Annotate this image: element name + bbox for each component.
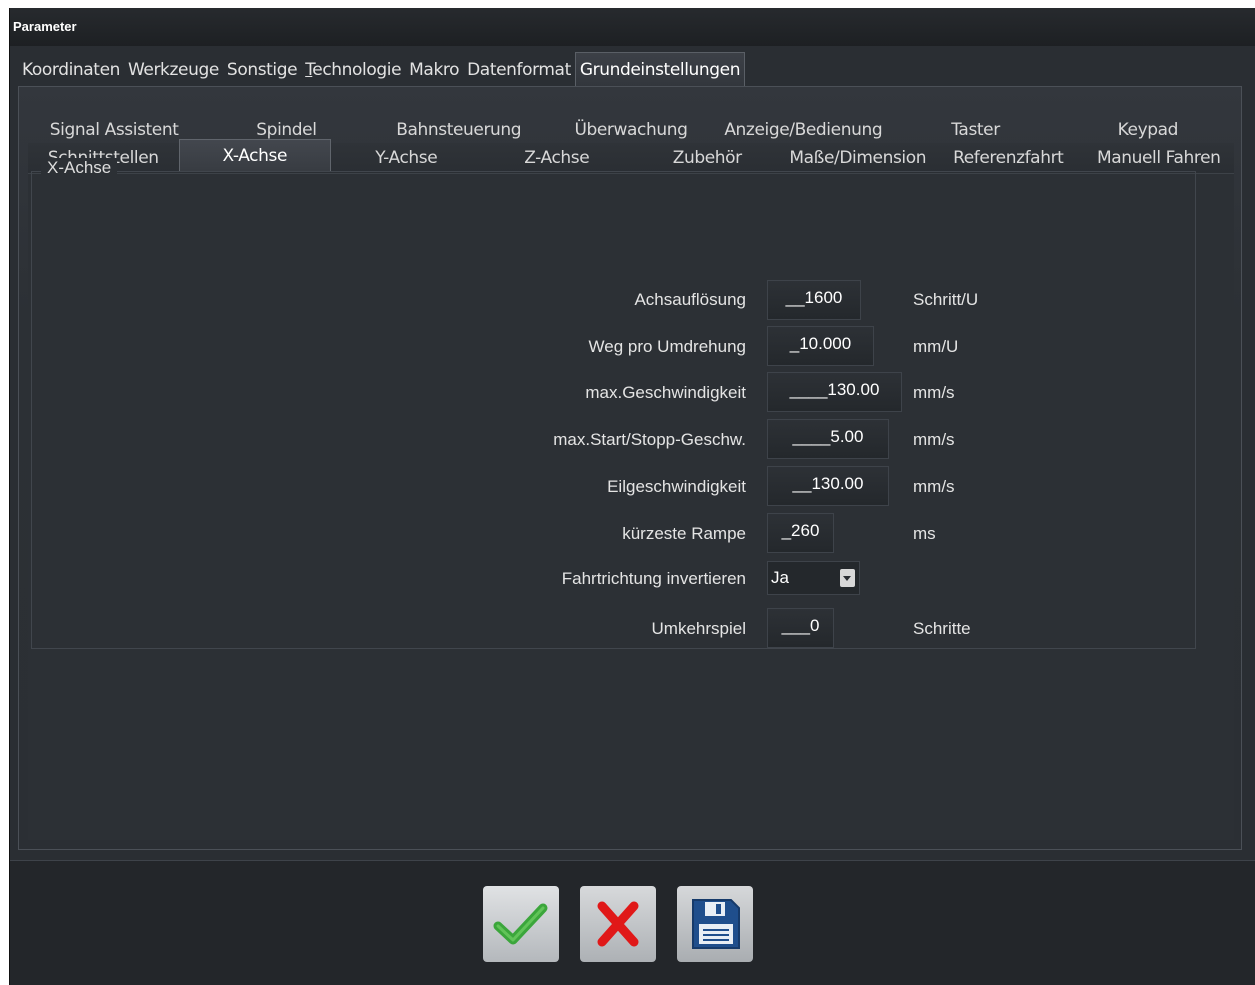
label-umkehrspiel: Umkehrspiel (651, 619, 746, 638)
input-weg-pro-umdrehung[interactable]: _10.000 (767, 326, 874, 366)
input-max-geschwindigkeit[interactable]: ____130.00 (767, 372, 902, 412)
ok-button[interactable] (483, 886, 559, 962)
subtab-z-achse[interactable]: Z-Achse (482, 143, 633, 173)
input-achsaufloesung[interactable]: __1600 (767, 280, 861, 320)
top-tab-bar: Koordinaten Werkzeuge Sonstige Technolog… (18, 52, 746, 87)
floppy-disk-icon (692, 899, 740, 949)
subtab-masse-dimension[interactable]: Maße/Dimension (783, 143, 934, 173)
unit-umkehrspiel: Schritte (913, 619, 971, 638)
cancel-button[interactable] (580, 886, 656, 962)
input-eilgeschwindigkeit[interactable]: __130.00 (767, 466, 889, 506)
select-fahrtrichtung[interactable]: Ja (767, 561, 860, 595)
label-fahrtrichtung: Fahrtrichtung invertieren (561, 569, 746, 588)
subtab-referenzfahrt[interactable]: Referenzfahrt (933, 143, 1084, 173)
tab-datenformat[interactable]: Datenformat (463, 54, 575, 87)
subtab-y-achse[interactable]: Y-Achse (331, 143, 482, 173)
unit-achsaufloesung: Schritt/U (913, 290, 979, 309)
button-bar (10, 860, 1255, 985)
tab-sonstige[interactable]: Sonstige (223, 54, 301, 87)
label-eilgeschwindigkeit: Eilgeschwindigkeit (607, 477, 746, 496)
tab-grundeinstellungen[interactable]: Grundeinstellungen (574, 52, 746, 87)
cross-icon (597, 901, 639, 947)
input-max-start-stopp[interactable]: ____5.00 (767, 419, 889, 459)
tab-technologie-label: echnologie (312, 60, 402, 80)
unit-weg-pro-umdrehung: mm/U (913, 337, 959, 356)
subtab-taster[interactable]: Taster (889, 115, 1061, 145)
select-fahrtrichtung-value: Ja (771, 568, 789, 587)
sub-tab-row-2: Schnittstellen X-Achse Y-Achse Z-Achse Z… (28, 138, 1235, 173)
subtab-anzeige-bedienung[interactable]: Anzeige/Bedienung (717, 115, 889, 145)
parameter-window: Parameter Koordinaten Werkzeuge Sonstige… (9, 8, 1255, 985)
tab-technologie[interactable]: Technologie (301, 54, 405, 87)
unit-max-start-stopp: mm/s (913, 430, 955, 449)
unit-kuerzeste-rampe: ms (913, 524, 936, 543)
tab-makro[interactable]: Makro (405, 54, 463, 87)
subtab-ueberwachung[interactable]: Überwachung (545, 115, 717, 145)
tab-werkzeuge[interactable]: Werkzeuge (124, 54, 223, 87)
save-button[interactable] (677, 886, 753, 962)
chevron-down-icon[interactable] (840, 569, 855, 587)
subtab-keypad[interactable]: Keypad (1062, 115, 1234, 145)
checkmark-icon (493, 903, 548, 945)
label-weg-pro-umdrehung: Weg pro Umdrehung (588, 337, 747, 356)
window-title: Parameter (10, 8, 1255, 46)
subtab-x-achse[interactable]: X-Achse (178, 138, 331, 172)
groupbox-title: X-Achse (41, 158, 118, 178)
subtab-signal-assistent[interactable]: Signal Assistent (28, 115, 200, 145)
subtab-manuell-fahren[interactable]: Manuell Fahren (1084, 143, 1235, 173)
input-umkehrspiel[interactable]: ___0 (767, 608, 834, 648)
tab-koordinaten[interactable]: Koordinaten (18, 54, 124, 87)
unit-max-geschwindigkeit: mm/s (913, 383, 955, 402)
subtab-zubehoer[interactable]: Zubehör (632, 143, 783, 173)
label-achsaufloesung: Achsauflösung (634, 290, 746, 309)
unit-eilgeschwindigkeit: mm/s (913, 477, 955, 496)
subtab-bahnsteuerung[interactable]: Bahnsteuerung (373, 115, 545, 145)
label-max-geschwindigkeit: max.Geschwindigkeit (585, 383, 746, 402)
input-kuerzeste-rampe[interactable]: _260 (767, 513, 834, 553)
label-max-start-stopp: max.Start/Stopp-Geschw. (553, 430, 746, 449)
label-kuerzeste-rampe: kürzeste Rampe (622, 524, 746, 543)
